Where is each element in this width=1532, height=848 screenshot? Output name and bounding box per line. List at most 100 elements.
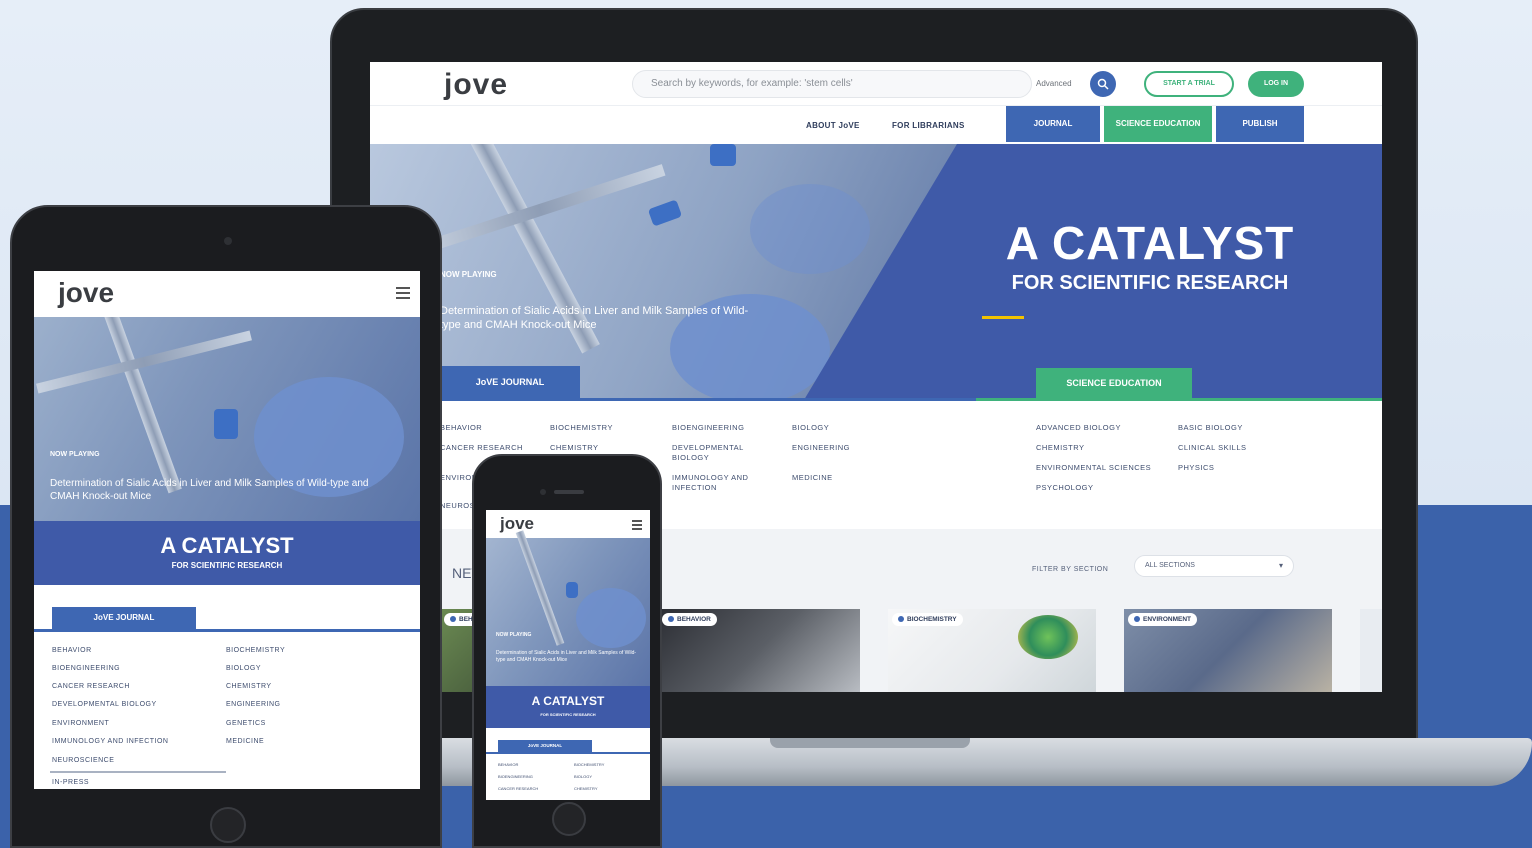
category-link[interactable]: ENGINEERING bbox=[792, 443, 902, 453]
tab-jove-journal[interactable]: JoVE JOURNAL bbox=[440, 366, 580, 398]
category-link[interactable]: BEHAVIOR bbox=[498, 762, 518, 767]
lab-clamp bbox=[647, 199, 683, 227]
category-link[interactable]: BIOCHEMISTRY bbox=[226, 647, 285, 654]
chevron-down-icon: ▾ bbox=[1278, 561, 1283, 570]
video-card-partial[interactable] bbox=[1360, 609, 1382, 692]
jove-logo[interactable]: jove bbox=[500, 514, 534, 534]
category-link[interactable]: BIOENGINEERING bbox=[672, 423, 782, 433]
science-category-link[interactable]: ADVANCED BIOLOGY bbox=[1036, 423, 1176, 433]
category-link[interactable]: BIOLOGY bbox=[226, 665, 261, 672]
category-link[interactable]: CANCER RESEARCH bbox=[498, 786, 538, 791]
tablet-hero[interactable]: NOW PLAYING Determination of Sialic Acid… bbox=[34, 317, 420, 521]
section-filter-select[interactable]: ALL SECTIONS ▾ bbox=[1134, 555, 1294, 577]
video-card[interactable]: ENVIRONMENT bbox=[1124, 609, 1332, 692]
category-link[interactable]: BEHAVIOR bbox=[440, 423, 550, 433]
science-category-link[interactable]: PHYSICS bbox=[1178, 463, 1288, 473]
section-filter-value: ALL SECTIONS bbox=[1145, 562, 1195, 569]
gloved-hand bbox=[576, 588, 646, 648]
category-link[interactable]: CHEMISTRY bbox=[550, 443, 660, 453]
hamburger-menu-icon[interactable] bbox=[396, 287, 410, 299]
category-link[interactable]: ENVIRONMENT bbox=[52, 720, 109, 727]
phone-screen: jove NOW PLAYING Determination of Sialic… bbox=[486, 510, 650, 800]
category-link[interactable]: MEDICINE bbox=[226, 738, 264, 745]
now-playing-title[interactable]: Determination of Sialic Acids in Liver a… bbox=[496, 650, 642, 664]
home-button bbox=[210, 807, 246, 843]
phone-device: jove NOW PLAYING Determination of Sialic… bbox=[472, 454, 662, 848]
in-press-link[interactable]: IN-PRESS bbox=[52, 779, 89, 786]
video-card[interactable]: BEHAVIOR bbox=[658, 609, 860, 692]
tag-dot-icon bbox=[898, 616, 904, 622]
category-link[interactable]: BIOENGINEERING bbox=[498, 774, 533, 779]
science-category-link[interactable]: CLINICAL SKILLS bbox=[1178, 443, 1288, 453]
lab-clamp-top bbox=[710, 144, 736, 166]
tab-jove-journal[interactable]: JoVE JOURNAL bbox=[52, 607, 196, 629]
search-icon bbox=[1097, 78, 1109, 90]
nav-librarians[interactable]: FOR LIBRARIANS bbox=[892, 121, 965, 130]
category-link[interactable]: BIOENGINEERING bbox=[52, 665, 120, 672]
category-link[interactable]: DEVELOPMENTAL BIOLOGY bbox=[672, 443, 768, 463]
category-link[interactable]: BIOLOGY bbox=[574, 774, 592, 779]
main-nav: ABOUT JoVE FOR LIBRARIANS JOURNAL SCIENC… bbox=[370, 106, 1382, 144]
science-category-link[interactable]: ENVIRONMENTAL SCIENCES bbox=[1036, 463, 1176, 473]
tab-publish[interactable]: PUBLISH bbox=[1216, 106, 1304, 142]
lab-stand-rod bbox=[100, 317, 182, 494]
category-link[interactable]: NEUROSCIENCE bbox=[52, 757, 114, 764]
camera-icon bbox=[224, 237, 232, 245]
category-link[interactable]: ENGINEERING bbox=[226, 701, 281, 708]
category-link[interactable]: IMMUNOLOGY AND INFECTION bbox=[52, 738, 169, 745]
category-link[interactable]: CHEMISTRY bbox=[574, 786, 597, 791]
category-link[interactable]: CHEMISTRY bbox=[226, 683, 272, 690]
tab-jove-journal[interactable]: JoVE JOURNAL bbox=[498, 740, 592, 752]
hero-banner: NOW PLAYING Determination of Sialic Acid… bbox=[370, 144, 1382, 398]
hero-title: A CATALYST bbox=[160, 533, 294, 558]
video-card[interactable]: BIOCHEMISTRY bbox=[888, 609, 1096, 692]
tablet-catalyst-banner: A CATALYST FOR SCIENTIFIC RESEARCH bbox=[34, 521, 420, 585]
category-link[interactable]: BIOCHEMISTRY bbox=[574, 762, 604, 767]
now-playing-label: NOW PLAYING bbox=[496, 632, 532, 638]
now-playing-title[interactable]: Determination of Sialic Acids in Liver a… bbox=[440, 304, 760, 332]
login-button[interactable]: LOG IN bbox=[1248, 71, 1304, 97]
jove-logo[interactable]: jove bbox=[444, 68, 508, 102]
logo-text: jove bbox=[444, 68, 509, 101]
now-playing-title[interactable]: Determination of Sialic Acids in Liver a… bbox=[50, 477, 400, 503]
category-link[interactable]: CANCER RESEARCH bbox=[52, 683, 130, 690]
gloved-hand-back bbox=[750, 184, 870, 274]
protein-structure-image bbox=[1018, 615, 1078, 659]
hero-title: A CATALYST bbox=[1005, 217, 1295, 269]
camera-icon bbox=[540, 489, 546, 495]
jove-logo[interactable]: jove bbox=[58, 277, 114, 309]
tag-dot-icon bbox=[450, 616, 456, 622]
start-trial-button[interactable]: START A TRIAL bbox=[1144, 71, 1234, 97]
tab-journal[interactable]: JOURNAL bbox=[1006, 106, 1100, 142]
category-link[interactable]: IMMUNOLOGY AND INFECTION bbox=[672, 473, 768, 493]
tab-science-education[interactable]: SCIENCE EDUCATION bbox=[1104, 106, 1212, 142]
lab-clamp bbox=[214, 409, 238, 439]
tag-dot-icon bbox=[1134, 616, 1140, 622]
now-playing-label: NOW PLAYING bbox=[440, 270, 497, 279]
category-link[interactable]: BIOCHEMISTRY bbox=[550, 423, 660, 433]
science-category-link[interactable]: PSYCHOLOGY bbox=[1036, 483, 1176, 493]
tab-science-education-hero[interactable]: SCIENCE EDUCATION bbox=[1036, 368, 1192, 398]
category-link[interactable]: GENETICS bbox=[226, 720, 266, 727]
now-playing-label: NOW PLAYING bbox=[50, 451, 100, 458]
advanced-search-link[interactable]: Advanced bbox=[1036, 79, 1072, 88]
card-tag-text: BEHAVIOR bbox=[677, 616, 711, 623]
card-tag-text: ENVIRONMENT bbox=[1143, 616, 1192, 623]
category-link[interactable]: CANCER RESEARCH bbox=[440, 443, 550, 453]
tablet-device: jove NOW PLAYING Determination of Sialic… bbox=[10, 205, 442, 848]
category-link[interactable]: BEHAVIOR bbox=[52, 647, 92, 654]
search-button[interactable] bbox=[1090, 71, 1116, 97]
hero-accent-line bbox=[982, 316, 1024, 319]
hero-subtitle: FOR SCIENTIFIC RESEARCH bbox=[171, 561, 283, 570]
hero-title: A CATALYST bbox=[531, 694, 605, 708]
nav-about[interactable]: ABOUT JoVE bbox=[806, 121, 860, 130]
science-category-link[interactable]: BASIC BIOLOGY bbox=[1178, 423, 1288, 433]
category-link[interactable]: BIOLOGY bbox=[792, 423, 902, 433]
science-category-link[interactable]: CHEMISTRY bbox=[1036, 443, 1176, 453]
site-header: jove Search by keywords, for example: 's… bbox=[370, 62, 1382, 106]
category-link[interactable]: DEVELOPMENTAL BIOLOGY bbox=[52, 701, 157, 708]
search-input[interactable]: Search by keywords, for example: 'stem c… bbox=[632, 70, 1032, 98]
category-link[interactable]: MEDICINE bbox=[792, 473, 902, 483]
phone-hero[interactable]: NOW PLAYING Determination of Sialic Acid… bbox=[486, 530, 650, 686]
hamburger-menu-icon[interactable] bbox=[632, 520, 642, 530]
